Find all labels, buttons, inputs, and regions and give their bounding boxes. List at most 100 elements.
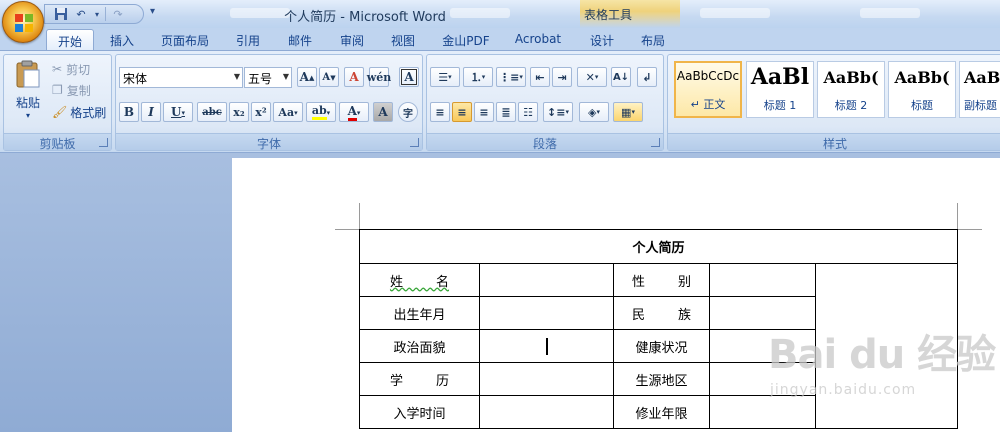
table-cell-value[interactable] — [709, 296, 816, 330]
tab-page-layout[interactable]: 页面布局 — [150, 29, 220, 50]
table-cell-value[interactable] — [709, 263, 816, 297]
font-color-button[interactable]: A ▾ — [339, 102, 369, 122]
style-heading-1[interactable]: AaBl 标题 1 — [746, 61, 814, 118]
tab-mailings[interactable]: 邮件 — [278, 29, 322, 50]
character-shading-button[interactable]: A — [373, 102, 393, 122]
tab-view[interactable]: 视图 — [381, 29, 425, 50]
underline-icon: U — [171, 105, 182, 119]
grow-font-button[interactable]: A ▲ — [297, 67, 317, 87]
style-title[interactable]: AaBb( 标题 — [888, 61, 956, 118]
highlight-button[interactable]: ab ▾ — [306, 102, 336, 122]
tab-review[interactable]: 审阅 — [330, 29, 374, 50]
resume-table[interactable]: 个人简历 姓 名 性 别 出生年月 民 族 政治面貌 健康状况 学 历 生源地区… — [359, 229, 958, 429]
table-cell-label[interactable]: 性 别 — [613, 263, 710, 297]
style-subtitle[interactable]: AaBl 副标题 — [959, 61, 1000, 118]
numbering-button[interactable]: ⒈ ▾ — [463, 67, 493, 87]
align-center-button[interactable]: ≡ — [452, 102, 472, 122]
tab-kingsoft-pdf[interactable]: 金山PDF — [433, 29, 499, 50]
align-left-button[interactable]: ≡ — [430, 102, 450, 122]
table-cell-label[interactable]: 出生年月 — [359, 296, 480, 330]
style-title-name: 标题 — [911, 99, 933, 112]
enclose-characters-button[interactable]: 字 — [398, 102, 418, 122]
line-spacing-button[interactable]: ↕≡ ▾ — [543, 102, 573, 122]
cut-button[interactable]: ✂ 剪切 — [52, 59, 90, 79]
table-cell-label[interactable]: 生源地区 — [613, 362, 710, 396]
table-cell-value-active[interactable] — [479, 329, 614, 363]
increase-indent-button[interactable]: ⇥ — [552, 67, 572, 87]
change-case-button[interactable]: Aa ▾ — [273, 102, 303, 122]
underline-button[interactable]: U ▾ — [163, 102, 193, 122]
multilevel-list-button[interactable]: ⋮≡ ▾ — [496, 67, 526, 87]
resume-title[interactable]: 个人简历 — [359, 229, 958, 264]
table-cell-value[interactable] — [479, 362, 614, 396]
character-shading-icon: A — [378, 105, 388, 119]
table-cell-value[interactable] — [709, 362, 816, 396]
clear-formatting-button[interactable]: A — [344, 67, 364, 87]
table-cell-value[interactable] — [709, 329, 816, 363]
decrease-indent-button[interactable]: ⇤ — [530, 67, 550, 87]
table-cell-label[interactable]: 民 族 — [613, 296, 710, 330]
table-cell-value[interactable] — [709, 395, 816, 429]
table-cell-label[interactable]: 学 历 — [359, 362, 480, 396]
highlighter-icon: ab — [311, 104, 327, 120]
tab-references[interactable]: 引用 — [226, 29, 270, 50]
table-cell-value[interactable] — [479, 395, 614, 429]
font-color-icon: A — [347, 104, 357, 121]
styles-group: AaBbCcDc ↵ 正文 AaBl 标题 1 AaBb( 标题 2 AaBb(… — [667, 54, 1000, 151]
strikethrough-button[interactable]: abc — [197, 102, 227, 122]
tab-design[interactable]: 设计 — [582, 29, 622, 50]
photo-cell[interactable] — [815, 263, 958, 429]
font-size-dropdown-icon[interactable]: ▼ — [283, 72, 289, 81]
format-painter-button[interactable]: 🖌 格式刷 — [52, 102, 106, 122]
table-cell-label[interactable]: 姓 名 — [359, 263, 480, 297]
bold-button[interactable]: B — [119, 102, 139, 122]
bullets-button[interactable]: ☰ ▾ — [430, 67, 460, 87]
superscript-button[interactable]: x² — [251, 102, 271, 122]
borders-button[interactable]: ▦ ▾ — [613, 102, 643, 122]
style-heading-2[interactable]: AaBb( 标题 2 — [817, 61, 885, 118]
tab-acrobat[interactable]: Acrobat — [507, 29, 569, 50]
phonetic-guide-button[interactable]: wén — [367, 67, 391, 87]
table-cell-label[interactable]: 政治面貌 — [359, 329, 480, 363]
title-bar: ↶ ▾ ↷ ▾ 个人简历 - Microsoft Word 表格工具 — [0, 0, 1000, 28]
style-subtitle-name: 副标题 — [964, 99, 997, 112]
font-dialog-launcher-icon[interactable] — [410, 138, 419, 147]
font-size-field[interactable]: 五号 ▼ — [244, 67, 292, 88]
tab-home[interactable]: 开始 — [46, 29, 94, 50]
tab-layout[interactable]: 布局 — [632, 29, 674, 50]
table-cell-value[interactable] — [479, 296, 614, 330]
font-name-value: 宋体 — [123, 72, 148, 86]
subscript-button[interactable]: x₂ — [229, 102, 249, 122]
character-border-button[interactable]: A — [399, 67, 419, 87]
tab-insert[interactable]: 插入 — [100, 29, 144, 50]
style-heading-2-sample: AaBb( — [823, 68, 879, 87]
font-name-field[interactable]: 宋体 ▼ — [119, 67, 243, 88]
clipboard-dialog-launcher-icon[interactable] — [99, 138, 108, 147]
shading-button[interactable]: ◈ ▾ — [579, 102, 609, 122]
align-right-button[interactable]: ≡ — [474, 102, 494, 122]
distributed-button[interactable]: ☷ — [518, 102, 538, 122]
paste-dropdown-icon[interactable]: ▾ — [12, 111, 44, 120]
italic-button[interactable]: I — [141, 102, 161, 122]
table-cell-label[interactable]: 健康状况 — [613, 329, 710, 363]
office-button[interactable] — [2, 1, 44, 43]
justify-button[interactable]: ≣ — [496, 102, 516, 122]
table-cell-value[interactable] — [479, 263, 614, 297]
shrink-font-button[interactable]: A ▼ — [319, 67, 339, 87]
multilevel-list-icon: ⋮≡ — [499, 70, 520, 84]
title-decoration — [700, 8, 770, 18]
copy-button[interactable]: ❐ 复制 — [52, 80, 91, 100]
clear-formatting-icon: A — [349, 70, 359, 84]
table-cell-label[interactable]: 修业年限 — [613, 395, 710, 429]
paragraph-dialog-launcher-icon[interactable] — [651, 138, 660, 147]
show-marks-button[interactable]: ↲ — [637, 67, 657, 87]
paste-button[interactable]: 粘贴 ▾ — [12, 59, 44, 123]
style-normal[interactable]: AaBbCcDc ↵ 正文 — [674, 61, 742, 118]
align-left-icon: ≡ — [435, 105, 445, 119]
paste-label: 粘贴 — [15, 96, 40, 110]
chinese-layout-button[interactable]: ✕ ▾ — [577, 67, 607, 87]
font-name-dropdown-icon[interactable]: ▼ — [234, 72, 240, 81]
paintbrush-icon: 🖌 — [52, 105, 68, 119]
sort-button[interactable]: A↓ — [611, 67, 631, 87]
table-cell-label[interactable]: 入学时间 — [359, 395, 480, 429]
